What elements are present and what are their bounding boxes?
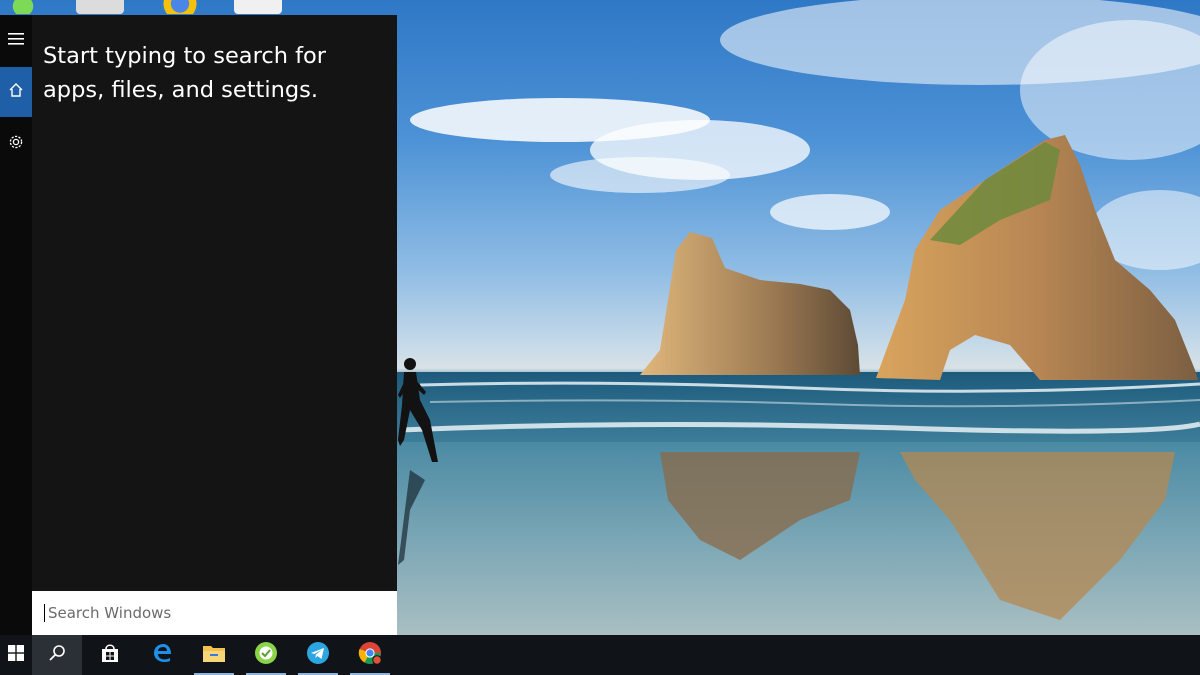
file-explorer-icon [202, 643, 226, 667]
search-prompt-text: Start typing to search for apps, files, … [43, 43, 327, 103]
taskbar [0, 635, 1200, 675]
hamburger-menu-icon [8, 31, 24, 50]
taskbar-store-button[interactable] [86, 635, 134, 675]
windows-logo-icon [8, 645, 24, 665]
settings-button[interactable] [0, 119, 32, 169]
taskbar-chrome-button[interactable] [346, 635, 394, 675]
start-rail [0, 15, 32, 635]
home-icon [8, 82, 24, 102]
store-icon [99, 642, 121, 668]
search-icon [48, 644, 66, 666]
taskbar-telegram-button[interactable] [294, 635, 342, 675]
search-input[interactable] [45, 603, 385, 623]
chrome-icon [357, 640, 383, 670]
taskbar-edge-button[interactable] [139, 635, 187, 675]
gear-icon [8, 134, 24, 154]
desktop-icon-chrome[interactable] [155, 0, 205, 14]
green-app-icon [254, 641, 278, 669]
desktop-icon-file[interactable] [234, 0, 282, 14]
search-box[interactable] [32, 591, 397, 635]
taskbar-search-button[interactable] [32, 635, 82, 675]
hamburger-menu-button[interactable] [0, 17, 32, 63]
desktop-icon-green-app[interactable] [6, 0, 40, 14]
text-caret [44, 604, 45, 622]
start-button[interactable] [0, 635, 32, 675]
taskbar-green-app-button[interactable] [242, 635, 290, 675]
taskbar-file-explorer-button[interactable] [190, 635, 238, 675]
desktop-icon-document[interactable] [76, 0, 124, 14]
start-search-panel: Start typing to search for apps, files, … [0, 15, 397, 635]
edge-icon [152, 642, 174, 668]
telegram-icon [306, 641, 330, 669]
home-button[interactable] [0, 67, 32, 117]
left-rock [640, 232, 860, 375]
